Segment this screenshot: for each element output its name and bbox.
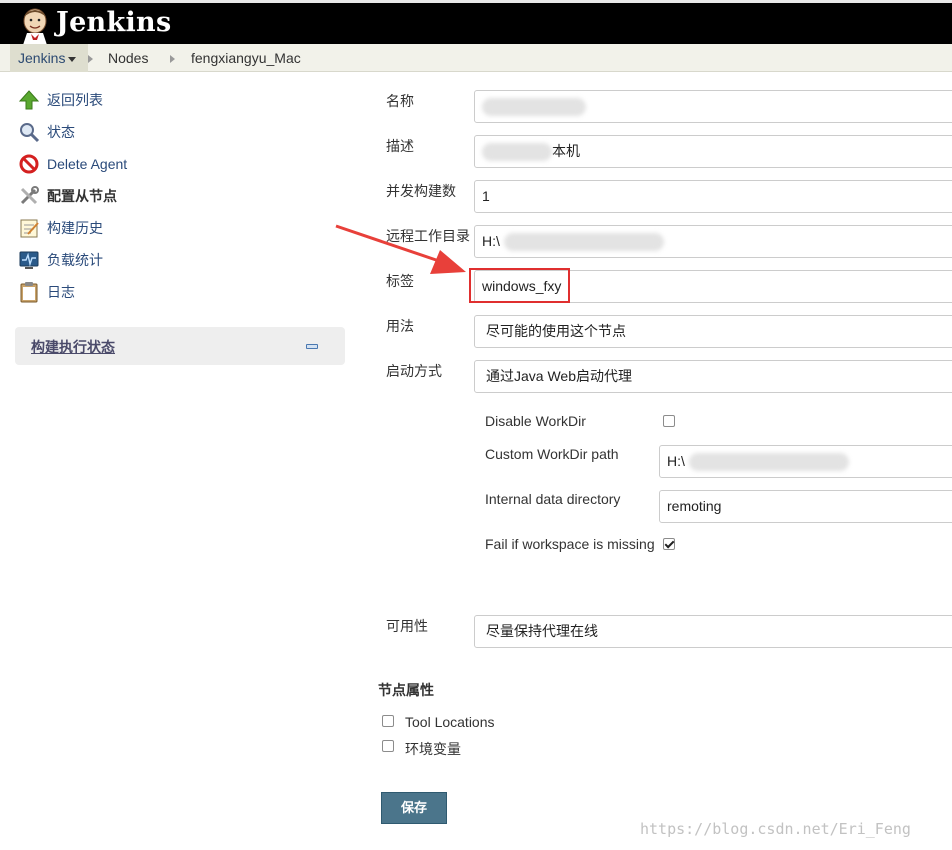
breadcrumb: Jenkins Nodes fengxiangyu_Mac	[0, 44, 952, 72]
sidebar-item-label: 配置从节点	[47, 188, 117, 204]
sidebar-item-label: Delete Agent	[47, 156, 128, 172]
custom-workdir-label: Custom WorkDir path	[485, 446, 619, 462]
internal-dir-label: Internal data directory	[485, 491, 621, 507]
disable-workdir-label: Disable WorkDir	[485, 413, 586, 429]
executor-status-panel: 构建执行状态	[15, 327, 345, 365]
name-field[interactable]	[474, 90, 952, 123]
executors-value: 1	[482, 188, 490, 204]
node-properties-title: 节点属性	[378, 682, 434, 698]
redacted-mark	[688, 453, 849, 472]
no-entry-icon	[19, 154, 39, 174]
chevron-down-icon[interactable]	[68, 56, 77, 62]
usage-select[interactable]: 尽可能的使用这个节点	[474, 315, 952, 348]
sidebar-item-label: 负载统计	[47, 252, 103, 268]
redacted-mark	[503, 233, 664, 252]
executor-status-title[interactable]: 构建执行状态	[31, 337, 115, 357]
sidebar-item-label: 状态	[47, 124, 75, 140]
usage-value: 尽可能的使用这个节点	[486, 323, 626, 339]
sidebar-item-status[interactable]: 状态	[18, 121, 75, 143]
env-vars-label: 环境变量	[405, 741, 461, 757]
monitor-icon	[19, 251, 39, 269]
env-vars-checkbox[interactable]	[382, 740, 394, 752]
remote-dir-value: H:\	[482, 233, 500, 249]
sidebar-item-label: 构建历史	[47, 220, 103, 236]
redacted-mark	[482, 143, 552, 162]
breadcrumb-root[interactable]: Jenkins	[10, 44, 88, 72]
launch-method-label: 启动方式	[386, 363, 442, 379]
custom-workdir-value: H:\	[667, 453, 685, 469]
tools-icon	[20, 186, 39, 205]
sidebar-item-back[interactable]: 返回列表	[18, 89, 103, 111]
usage-label: 用法	[386, 318, 414, 334]
sidebar-item-label: 日志	[47, 284, 75, 300]
availability-select[interactable]: 尽量保持代理在线	[474, 615, 952, 648]
sidebar-item-build-history[interactable]: 构建历史	[18, 217, 103, 239]
breadcrumb-root-label: Jenkins	[18, 50, 66, 66]
launch-method-select[interactable]: 通过Java Web启动代理	[474, 360, 952, 393]
internal-dir-field[interactable]: remoting	[659, 490, 952, 523]
remote-dir-field[interactable]: H:\	[474, 225, 952, 258]
jenkins-butler-icon[interactable]	[18, 7, 52, 45]
page-header: Jenkins	[0, 0, 952, 45]
breadcrumb-node[interactable]: fengxiangyu_Mac	[191, 44, 301, 72]
executors-field[interactable]: 1	[474, 180, 952, 213]
executors-label: 并发构建数	[386, 183, 456, 199]
breadcrumb-separator-icon	[170, 55, 175, 63]
launch-method-value: 通过Java Web启动代理	[486, 368, 632, 384]
red-arrow-icon	[335, 224, 466, 274]
availability-value: 尽量保持代理在线	[486, 623, 598, 639]
notepad-icon	[20, 219, 39, 238]
name-label: 名称	[386, 93, 414, 109]
up-arrow-icon	[18, 90, 40, 110]
breadcrumb-nodes[interactable]: Nodes	[108, 44, 148, 72]
tool-locations-label: Tool Locations	[405, 714, 495, 730]
labels-highlight-box	[469, 268, 570, 303]
fail-missing-label: Fail if workspace is missing	[485, 536, 655, 552]
availability-label: 可用性	[386, 618, 428, 634]
custom-workdir-field[interactable]: H:\	[659, 445, 952, 478]
fail-missing-checkbox[interactable]	[663, 538, 675, 550]
internal-dir-value: remoting	[667, 498, 722, 514]
save-button[interactable]: 保存	[381, 792, 447, 824]
sidebar-item-load-statistics[interactable]: 负载统计	[18, 249, 103, 271]
sidebar-item-log[interactable]: 日志	[18, 281, 75, 303]
jenkins-title[interactable]: Jenkins	[56, 7, 171, 38]
tool-locations-checkbox[interactable]	[382, 715, 394, 727]
disable-workdir-checkbox[interactable]	[663, 415, 675, 427]
collapse-icon[interactable]	[306, 344, 318, 349]
description-label: 描述	[386, 138, 414, 154]
watermark: https://blog.csdn.net/Eri_Feng	[640, 820, 911, 838]
description-value: 本机	[552, 143, 580, 159]
sidebar-item-delete-agent[interactable]: Delete Agent	[18, 153, 127, 175]
breadcrumb-separator-icon	[88, 55, 93, 63]
redacted-mark	[482, 98, 586, 117]
clipboard-icon	[20, 282, 38, 303]
description-field[interactable]: 本机	[474, 135, 952, 168]
sidebar-item-configure[interactable]: 配置从节点	[18, 185, 117, 207]
search-icon	[20, 123, 40, 143]
sidebar-item-label: 返回列表	[47, 92, 103, 108]
